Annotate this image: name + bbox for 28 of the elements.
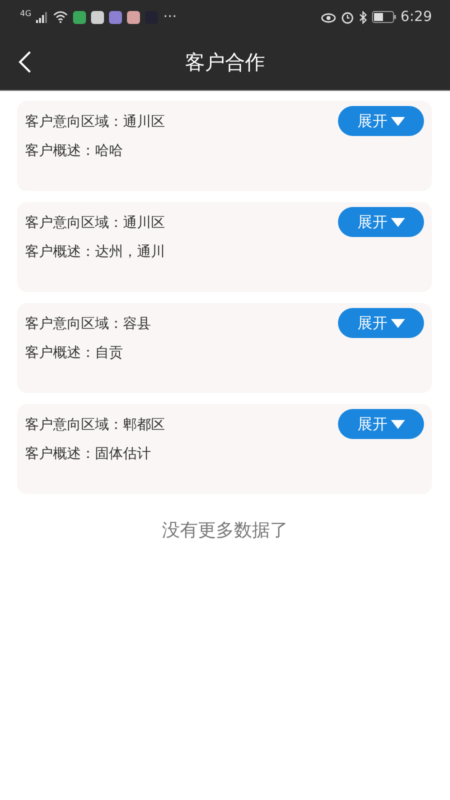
signal-icon — [36, 12, 48, 22]
expand-button[interactable]: 展开 — [338, 207, 424, 237]
bluetooth-icon — [358, 10, 367, 24]
battery-icon — [372, 11, 396, 23]
network-type: 4G — [20, 9, 32, 18]
region-text: 客户意向区域：容县 — [25, 315, 152, 334]
summary-text: 客户概述：哈哈 — [25, 142, 124, 161]
expand-button[interactable]: 展开 — [338, 106, 424, 136]
region-text: 客户意向区域：通川区 — [25, 113, 166, 132]
summary-text: 客户概述：自贡 — [25, 344, 124, 363]
no-more-data-text: 没有更多数据了 — [162, 520, 288, 541]
alarm-icon — [340, 10, 354, 24]
caret-icon — [390, 116, 404, 126]
expand-button[interactable]: 展开 — [338, 409, 424, 439]
eye-icon — [320, 12, 336, 22]
caret-icon — [390, 318, 404, 328]
summary-text: 客户概述：固体估计 — [25, 445, 152, 464]
region-text: 客户意向区域：通川区 — [25, 214, 166, 233]
back-icon[interactable] — [18, 50, 32, 74]
caret-icon — [390, 420, 404, 428]
wifi-icon — [53, 11, 68, 23]
expand-button[interactable]: 展开 — [338, 308, 424, 338]
caret-icon — [390, 218, 404, 226]
summary-text: 客户概述：达州，通川 — [25, 243, 166, 262]
more-notifications: ··· — [163, 9, 177, 25]
clock-time: 6:29 — [400, 9, 432, 25]
page-title: 客户合作 — [185, 48, 265, 76]
region-text: 客户意向区域：郫都区 — [25, 416, 166, 435]
